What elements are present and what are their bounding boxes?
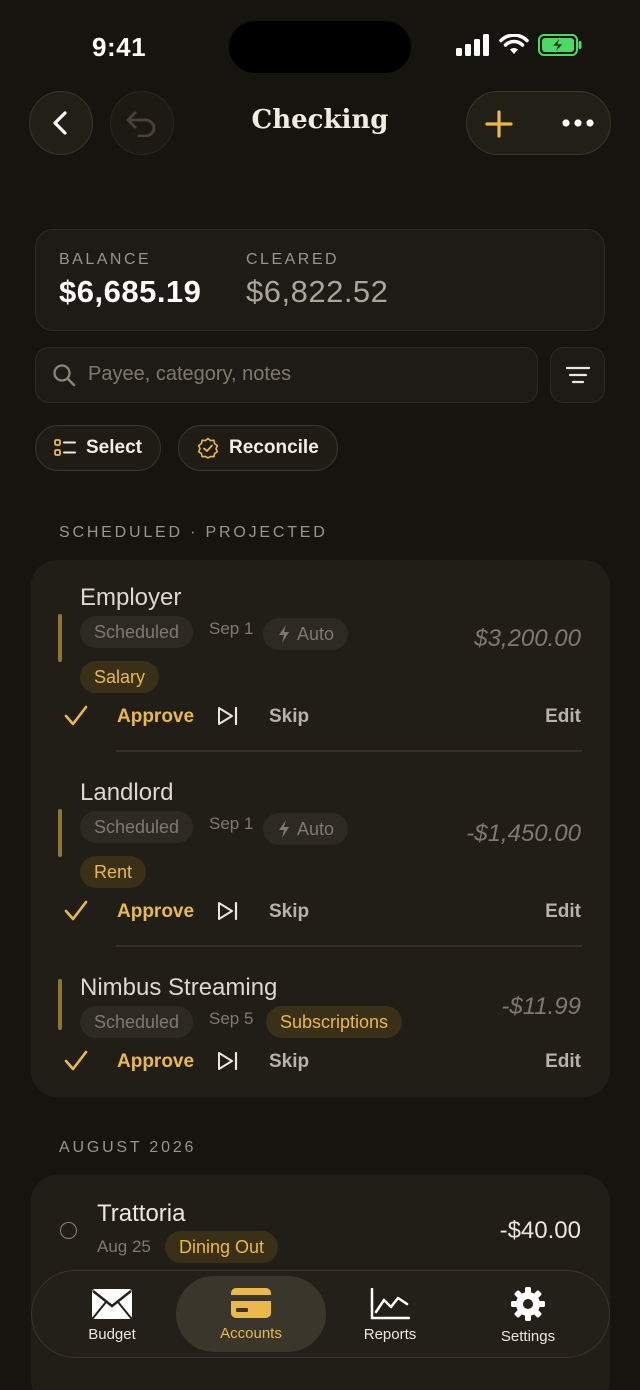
verified-badge-icon [197,437,219,459]
date-label: Sep 1 [209,814,254,833]
payee-name: Employer [80,584,182,611]
scheduled-item[interactable]: Landlord Scheduled Sep 1 Auto -$1,450.00… [31,755,610,950]
skip-icon[interactable] [217,901,239,921]
edit-button[interactable]: Edit [545,1051,581,1073]
checkmark-icon[interactable] [64,900,88,922]
signal-icon [456,34,489,56]
tab-reports[interactable]: Reports [320,1271,460,1359]
more-options-button[interactable] [561,118,595,128]
select-button[interactable]: Select [35,425,161,471]
status-icons [456,34,582,56]
status-bar-indicator [58,809,62,857]
scheduled-item[interactable]: Employer Scheduled Sep 1 Auto $3,200.00 … [31,560,610,755]
scheduled-section-header: SCHEDULED · PROJECTED [59,524,328,541]
skip-button[interactable]: Skip [269,706,309,728]
category-badge: Rent [80,856,147,888]
amount: -$1,450.00 [466,820,581,847]
auto-badge: Auto [263,813,349,845]
checkmark-icon[interactable] [64,705,88,727]
gear-icon [511,1286,545,1321]
checkmark-icon[interactable] [64,1050,88,1072]
amount: -$11.99 [501,993,581,1020]
approve-button[interactable]: Approve [117,901,194,923]
payee-name: Trattoria [97,1200,186,1227]
undo-icon [126,111,156,137]
add-transaction-button[interactable] [485,110,513,138]
back-button[interactable] [29,91,93,155]
date-label: Sep 1 [209,619,254,638]
lightning-icon [279,625,289,643]
battery-icon [538,34,582,56]
scheduled-card: Employer Scheduled Sep 1 Auto $3,200.00 … [31,560,610,1097]
tab-bar: Budget Accounts Reports Settings [31,1270,610,1358]
balance-card: BALANCE $6,685.19 CLEARED $6,822.52 [35,229,605,331]
filter-button[interactable] [550,347,605,403]
envelope-icon [92,1288,132,1319]
status-badge: Scheduled [80,616,194,648]
chart-icon [370,1287,410,1319]
category-badge: Dining Out [165,1231,279,1263]
payee-name: Landlord [80,779,174,806]
august-section-header: AUGUST 2026 [59,1139,197,1156]
status-badge: Scheduled [80,1006,194,1038]
tab-label: Reports [363,1325,417,1343]
skip-button[interactable]: Skip [269,901,309,923]
tab-label: Accounts [220,1324,282,1342]
transaction-row[interactable]: Trattoria Aug 25 Dining Out -$40.00 [31,1175,610,1270]
filter-icon [565,366,590,384]
page-title: Checking [251,105,389,135]
status-bar: 9:41 [0,0,640,90]
balance-label: BALANCE [59,251,152,268]
status-bar-indicator [58,614,62,662]
tab-label: Budget [88,1325,136,1343]
tab-budget[interactable]: Budget [42,1271,182,1359]
search-bar [35,347,538,403]
status-time: 9:41 [92,32,147,62]
dynamic-island [229,21,411,73]
undo-button[interactable] [110,91,174,155]
divider [116,750,582,752]
tab-accounts[interactable]: Accounts [176,1276,326,1352]
payee-name: Nimbus Streaming [80,974,278,1001]
reconcile-label: Reconcile [229,437,319,458]
select-label: Select [86,437,142,458]
cleared-value: $6,822.52 [246,274,389,309]
reconcile-button[interactable]: Reconcile [178,425,338,471]
balance-value: $6,685.19 [59,274,202,309]
lightning-icon [279,820,289,838]
scheduled-item[interactable]: Nimbus Streaming Scheduled Sep 5 Subscri… [31,950,610,1097]
search-icon [53,364,76,387]
cleared-label: CLEARED [246,251,340,268]
status-badge: Scheduled [80,811,194,843]
credit-card-icon [231,1287,271,1318]
status-bar-indicator [58,979,62,1030]
category-badge: Subscriptions [266,1006,403,1038]
approve-button[interactable]: Approve [117,1051,194,1073]
auto-badge: Auto [263,618,349,650]
checklist-icon [54,439,76,456]
amount: -$40.00 [499,1217,581,1244]
nav-actions [466,91,611,155]
category-badge: Salary [80,661,160,693]
chevron-left-icon [53,111,67,135]
date-label: Aug 25 [97,1237,151,1256]
search-input[interactable] [88,348,518,401]
wifi-icon [499,34,529,54]
skip-icon[interactable] [217,1051,239,1071]
amount: $3,200.00 [474,625,581,652]
uncleared-circle-icon[interactable] [60,1222,77,1239]
edit-button[interactable]: Edit [545,706,581,728]
tab-label: Settings [500,1327,556,1345]
divider [116,945,582,947]
skip-icon[interactable] [217,706,239,726]
auto-label: Auto [297,818,335,839]
auto-label: Auto [297,623,335,644]
approve-button[interactable]: Approve [117,706,194,728]
date-label: Sep 5 [209,1009,254,1028]
edit-button[interactable]: Edit [545,901,581,923]
tab-settings[interactable]: Settings [458,1271,598,1359]
skip-button[interactable]: Skip [269,1051,309,1073]
